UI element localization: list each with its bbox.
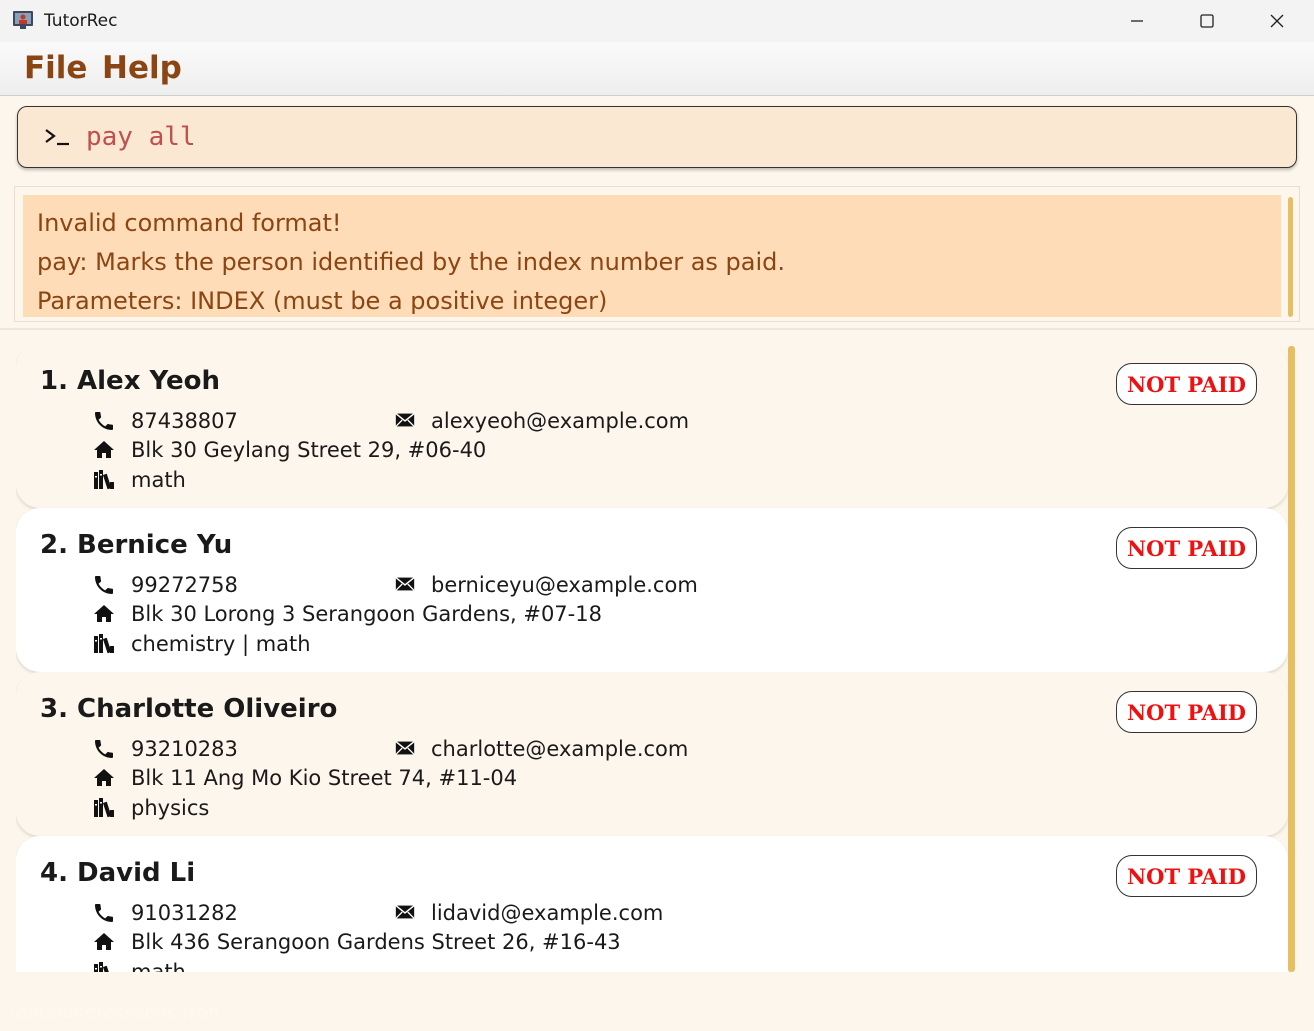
- books-icon: [94, 962, 112, 972]
- tutorrec-window: TutorRec File Help Invalid command forma…: [0, 0, 1314, 1031]
- result-line-error: Invalid command format!: [37, 209, 342, 237]
- person-phone: 99272758: [131, 573, 238, 597]
- minimize-button[interactable]: [1102, 0, 1172, 42]
- person-name: 1. Alex Yeoh: [40, 366, 220, 396]
- person-list: 1. Alex Yeoh NOT PAID 87438807 alexyeoh@…: [16, 344, 1298, 972]
- tutor-app-icon: [13, 11, 33, 29]
- home-icon: [94, 441, 114, 458]
- payment-status-badge: NOT PAID: [1116, 855, 1257, 897]
- payment-status-badge: NOT PAID: [1116, 527, 1257, 569]
- home-icon: [94, 769, 114, 786]
- home-icon: [94, 605, 114, 622]
- email-icon: [395, 577, 415, 591]
- person-name: 3. Charlotte Oliveiro: [40, 694, 338, 724]
- person-name: 2. Bernice Yu: [40, 530, 233, 560]
- minimize-icon: [1131, 20, 1143, 22]
- command-input[interactable]: [86, 115, 1266, 159]
- close-button[interactable]: [1242, 0, 1312, 42]
- person-name: 4. David Li: [40, 858, 196, 888]
- maximize-icon: [1200, 14, 1214, 28]
- person-subjects: physics: [131, 796, 210, 820]
- person-address: Blk 11 Ang Mo Kio Street 74, #11-04: [131, 766, 518, 790]
- status-bar: .\data\addressbook.json: [0, 990, 1314, 1031]
- person-card[interactable]: 1. Alex Yeoh NOT PAID 87438807 alexyeoh@…: [16, 344, 1288, 508]
- books-icon: [94, 798, 114, 818]
- result-line-parameters: Parameters: INDEX (must be a positive in…: [37, 287, 608, 315]
- person-address: Blk 436 Serangoon Gardens Street 26, #16…: [131, 930, 621, 954]
- terminal-prompt-icon: [45, 129, 69, 146]
- command-box[interactable]: [17, 106, 1297, 168]
- phone-icon: [95, 576, 113, 594]
- home-icon: [94, 933, 114, 950]
- title-bar: TutorRec: [0, 0, 1314, 42]
- person-phone: 87438807: [131, 409, 238, 433]
- result-scrollbar[interactable]: [1288, 197, 1293, 317]
- person-card[interactable]: 3. Charlotte Oliveiro NOT PAID 93210283 …: [16, 672, 1288, 836]
- maximize-button[interactable]: [1172, 0, 1242, 42]
- person-address: Blk 30 Lorong 3 Serangoon Gardens, #07-1…: [131, 602, 602, 626]
- person-card[interactable]: 4. David Li NOT PAID 91031282 lidavid@ex…: [16, 836, 1288, 972]
- phone-icon: [95, 740, 113, 758]
- books-icon: [94, 470, 114, 490]
- person-subjects: math: [131, 468, 186, 492]
- phone-icon: [95, 904, 113, 922]
- menu-bar: File Help: [0, 42, 1314, 96]
- result-display: Invalid command format! pay: Marks the p…: [14, 186, 1300, 322]
- person-email: lidavid@example.com: [431, 901, 664, 925]
- books-icon: [94, 634, 114, 654]
- person-email: charlotte@example.com: [431, 737, 689, 761]
- menu-help[interactable]: Help: [102, 50, 182, 86]
- phone-icon: [95, 412, 113, 430]
- menu-file[interactable]: File: [24, 50, 87, 86]
- save-file-path: .\data\addressbook.json: [4, 1002, 220, 1023]
- payment-status-badge: NOT PAID: [1116, 691, 1257, 733]
- email-icon: [395, 413, 415, 427]
- person-list-scrollbar[interactable]: [1288, 346, 1295, 972]
- section-divider: [0, 328, 1314, 330]
- close-icon: [1270, 14, 1284, 28]
- email-icon: [395, 741, 415, 755]
- person-phone: 93210283: [131, 737, 238, 761]
- payment-status-badge: NOT PAID: [1116, 363, 1257, 405]
- email-icon: [395, 905, 415, 919]
- command-area: [0, 97, 1314, 177]
- person-subjects: chemistry | math: [131, 632, 311, 656]
- result-line-usage: pay: Marks the person identified by the …: [37, 248, 786, 276]
- person-subjects: math: [131, 960, 186, 972]
- person-phone: 91031282: [131, 901, 238, 925]
- person-email: alexyeoh@example.com: [431, 409, 690, 433]
- window-title: TutorRec: [44, 11, 118, 31]
- person-card[interactable]: 2. Bernice Yu NOT PAID 99272758 bernicey…: [16, 508, 1288, 672]
- person-address: Blk 30 Geylang Street 29, #06-40: [131, 438, 487, 462]
- person-email: berniceyu@example.com: [431, 573, 698, 597]
- result-message-box: Invalid command format! pay: Marks the p…: [23, 195, 1281, 317]
